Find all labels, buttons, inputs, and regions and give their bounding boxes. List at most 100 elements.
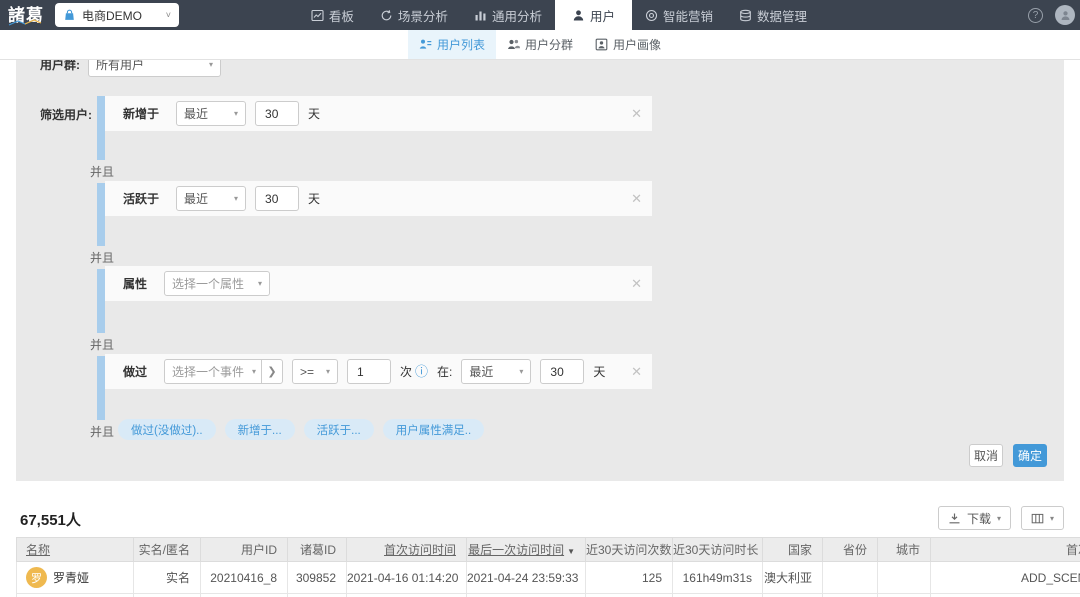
close-icon[interactable]: ✕ — [631, 277, 642, 290]
cell-first-visit: 2021-04-16 01:14:20 — [346, 561, 467, 594]
general-analysis-icon — [475, 11, 486, 20]
user-icon — [573, 9, 584, 20]
filter-row-label: 做过 — [123, 365, 148, 379]
chevron-down-icon: ˅ — [165, 10, 171, 20]
and-label: 并且 — [88, 160, 120, 183]
and-label: 并且 — [88, 420, 120, 443]
cell-province — [822, 561, 878, 594]
filter-row-label: 新增于 — [123, 107, 160, 121]
help-icon[interactable]: ? — [1028, 7, 1043, 23]
cell-realname: 实名 — [133, 561, 201, 594]
panel-actions: 取消 确定 — [968, 444, 1047, 467]
cell-first-scene: ADD_SCENE — [930, 561, 1080, 594]
top-nav: 諸葛 电商DEMO ˅ 看板 场景分析 通用分析 用户 智能营销 数据管理 ? — [0, 0, 1080, 30]
data-management-icon — [740, 9, 751, 21]
col-header-visits-30d: 近30天访问次数 — [585, 537, 673, 562]
filter-row-active-within: 活跃于 最近 ▾ 天 ✕ — [105, 181, 652, 216]
nav-item-dashboard[interactable]: 看板 — [298, 0, 367, 30]
columns-button[interactable]: ▾ — [1020, 506, 1064, 530]
count-unit-label: 次 — [400, 365, 413, 379]
and-label: 并且 — [88, 333, 120, 356]
cell-userid: 20210416_8 — [200, 561, 288, 594]
scene-analysis-icon — [381, 9, 392, 20]
days-input[interactable] — [540, 359, 585, 384]
col-header-realname: 实名/匿名 — [133, 537, 201, 562]
filter-row-attribute: 属性 选择一个属性 ▾ ✕ — [105, 266, 652, 301]
unit-label: 天 — [308, 192, 321, 206]
tab-user-segments[interactable]: 用户分群 — [496, 30, 584, 59]
chevron-down-icon: ▾ — [234, 109, 239, 118]
user-table: 名称 实名/匿名 用户ID 诸葛ID 首次访问时间 最后一次访问时间 ▼ 近30天… — [16, 537, 1080, 597]
add-new-within-button[interactable]: 新增于... — [224, 419, 295, 440]
add-attribute-button[interactable]: 用户属性满足.. — [382, 419, 485, 440]
user-name-cell[interactable]: 罗 罗青娅 — [26, 567, 133, 588]
project-name: 电商DEMO — [82, 8, 143, 23]
nav-item-users[interactable]: 用户 — [554, 0, 632, 30]
col-header-last-visit[interactable]: 最后一次访问时间 ▼ — [466, 537, 586, 562]
nav-item-scene-analysis[interactable]: 场景分析 — [367, 0, 461, 30]
add-active-within-button[interactable]: 活跃于... — [303, 419, 374, 440]
cell-country: 澳大利亚 — [762, 561, 823, 594]
unit-label: 天 — [593, 365, 606, 379]
user-name: 罗青娅 — [53, 571, 90, 585]
col-header-userid: 用户ID — [200, 537, 288, 562]
user-list-icon — [419, 39, 432, 49]
nav-item-smart-marketing[interactable]: 智能营销 — [632, 0, 726, 30]
result-toolbar: 下载 ▾ ▾ — [937, 506, 1064, 530]
operator-select[interactable]: >= ▾ — [292, 359, 339, 384]
filter-row-label: 属性 — [123, 277, 148, 291]
days-input[interactable] — [255, 186, 300, 211]
cell-last-visit: 2021-04-24 23:59:33 — [466, 561, 586, 594]
filter-row-label: 活跃于 — [123, 192, 160, 206]
attribute-select[interactable]: 选择一个属性 ▾ — [164, 271, 271, 296]
event-select[interactable]: 选择一个事件 ▾ — [164, 359, 263, 384]
avatar-person-icon — [1061, 10, 1069, 20]
sort-desc-icon: ▼ — [567, 547, 575, 556]
cancel-button[interactable]: 取消 — [968, 444, 1003, 467]
logo-chart-decoration — [8, 18, 42, 26]
download-button[interactable]: 下载 ▾ — [937, 506, 1011, 530]
info-icon[interactable]: ⓘ — [415, 365, 428, 378]
filter-row-did-event: 做过 选择一个事件 ▾ ❯ >= ▾ 次 ⓘ 在: 最近 ▾ 天 ✕ — [105, 354, 652, 389]
col-header-province: 省份 — [822, 537, 878, 562]
chevron-down-icon: ▾ — [519, 367, 524, 376]
user-avatar: 罗 — [26, 567, 47, 588]
col-header-name[interactable]: 名称 — [16, 537, 134, 562]
zhuge-logo: 諸葛 — [8, 5, 44, 26]
range-select[interactable]: 最近 ▾ — [176, 186, 247, 211]
close-icon[interactable]: ✕ — [631, 107, 642, 120]
cell-duration-30d: 161h49m31s — [672, 561, 763, 594]
user-portrait-icon — [595, 38, 608, 51]
range-select[interactable]: 最近 ▾ — [461, 359, 532, 384]
chevron-down-icon: ▾ — [326, 367, 331, 376]
range-select[interactable]: 最近 ▾ — [176, 101, 247, 126]
expand-event-button[interactable]: ❯ — [261, 359, 284, 384]
count-input[interactable] — [347, 359, 392, 384]
unit-label: 天 — [308, 107, 321, 121]
nav-item-data-management[interactable]: 数据管理 — [726, 0, 820, 30]
filter-row-new-within: 新增于 最近 ▾ 天 ✕ — [105, 96, 652, 131]
tab-user-portrait[interactable]: 用户画像 — [584, 30, 672, 59]
project-selector[interactable]: 电商DEMO ˅ — [55, 3, 179, 27]
days-input[interactable] — [255, 101, 300, 126]
chevron-down-icon: ▾ — [252, 367, 257, 376]
close-icon[interactable]: ✕ — [631, 192, 642, 205]
top-nav-right: ? — [1028, 5, 1075, 25]
col-header-country: 国家 — [762, 537, 823, 562]
bag-icon — [65, 9, 74, 20]
confirm-button[interactable]: 确定 — [1012, 444, 1047, 467]
add-filter-pills: 做过(没做过).. 新增于... 活跃于... 用户属性满足.. — [118, 419, 485, 440]
chevron-down-icon: ▾ — [208, 60, 213, 69]
nav-item-general-analysis[interactable]: 通用分析 — [461, 0, 555, 30]
add-did-event-button[interactable]: 做过(没做过).. — [118, 419, 216, 440]
filter-users-label: 筛选用户: — [40, 108, 92, 122]
user-group-icon — [507, 39, 520, 49]
col-header-first-visit[interactable]: 首次访问时间 — [346, 537, 467, 562]
close-icon[interactable]: ✕ — [631, 365, 642, 378]
columns-icon — [1031, 513, 1044, 523]
table-row-partial — [16, 593, 1080, 597]
tab-user-list[interactable]: 用户列表 — [407, 30, 496, 59]
avatar[interactable] — [1055, 5, 1075, 25]
result-count: 67,551人 — [20, 512, 81, 529]
cell-visits-30d: 125 — [585, 561, 673, 594]
